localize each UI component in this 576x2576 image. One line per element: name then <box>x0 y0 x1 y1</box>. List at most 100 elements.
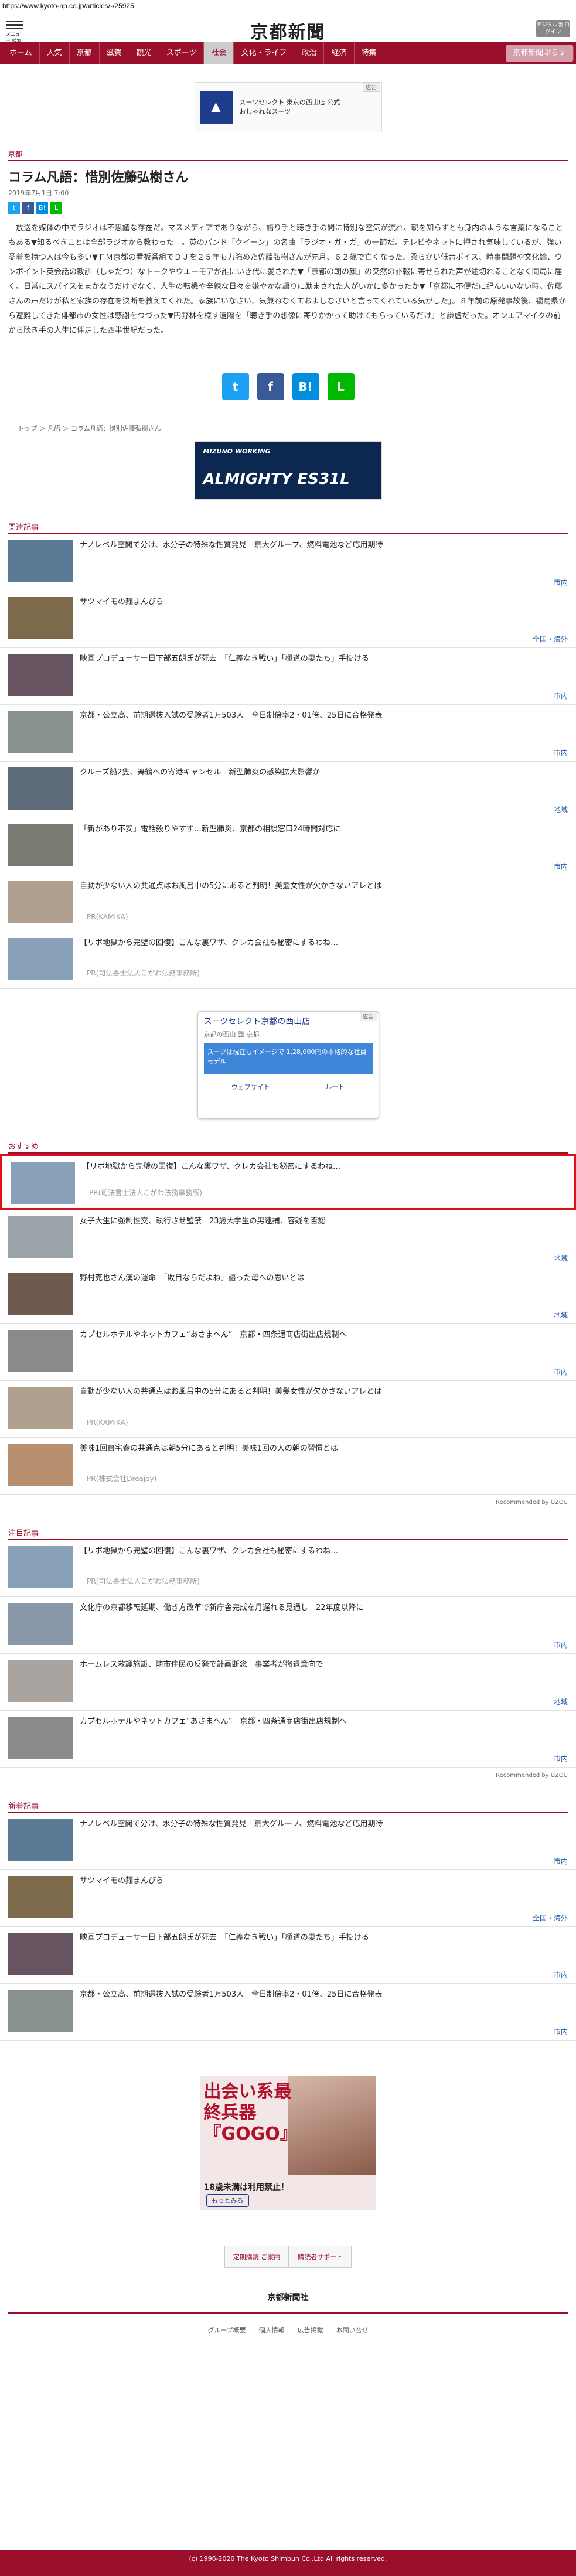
ad-tag: 広告 <box>359 1011 377 1021</box>
list-item[interactable]: 「新があり不安」電話殺りやすず…新型肺炎、京都の相談窓口24時間対応に 市内 <box>0 818 576 875</box>
twitter-icon[interactable]: t <box>8 202 20 214</box>
footer-link-contact[interactable]: お問い合せ <box>336 2325 369 2335</box>
item-title: 【リボ地獄から完璧の回復】こんな裏ワザ、クレカ会社も秘密にするわね… <box>80 1547 339 1555</box>
bottom-ad[interactable]: 出会い系最終兵器『GOGO』 18歳未満は利用禁止！ もっとみる <box>200 2076 376 2210</box>
hatena-share-icon[interactable]: B! <box>292 373 319 400</box>
item-tag[interactable]: 市内 <box>554 748 568 758</box>
list-item[interactable]: 映画プロデューサー日下部五朗氏が死去 「仁義なき戦い」「極道の妻たち」手掛ける市… <box>0 648 576 705</box>
thumbnail-image <box>8 1933 73 1975</box>
item-tag[interactable]: 市内 <box>554 1856 568 1866</box>
item-tag[interactable]: 地域 <box>554 1310 568 1320</box>
item-title: 京都・公立高、前期選抜入試の受験者1万503人 全日制倍率2・01倍、25日に合… <box>80 1990 383 1999</box>
list-item[interactable]: 映画プロデューサー日下部五朗氏が死去 「仁義なき戦い」「極道の妻たち」手掛ける市… <box>0 1927 576 1984</box>
list-item[interactable]: 自動が少ない人の共通点はお風呂中の5分にあると判明！美髪女性が欠かさないアレとは… <box>0 875 576 932</box>
footer-link-group[interactable]: グループ概要 <box>207 2325 246 2335</box>
map-ad[interactable]: 広告 スーツセレクト京都の西山店 京都の西山 整 京都 スーツは現在もイメージで… <box>197 1011 379 1119</box>
site-logo[interactable]: 京都新聞 <box>0 18 576 43</box>
hatena-icon[interactable]: B! <box>36 202 48 214</box>
list-item[interactable]: カプセルホテルやネットカフェ“あさまへん” 京都・四条通商店街出店規制へ 市内 <box>0 1324 576 1381</box>
list-item[interactable]: 野村克也さん漢の運命 「敗目ならだよね」語った母への思いとは 地域 <box>0 1267 576 1324</box>
mizuno-ad[interactable]: MIZUNO WORKING ALMIGHTY ES31L <box>194 441 382 500</box>
line-share-icon[interactable]: L <box>327 373 355 400</box>
list-item[interactable]: 自動が少ない人の共通点はお風呂中の5分にあると判明！美髪女性が欠かさないアレとは… <box>0 1381 576 1438</box>
main-nav: ホーム 人気 京都 滋賀 観光 スポーツ 社会 文化・ライフ 政治 経済 特集 … <box>0 42 576 64</box>
ad-photo <box>288 2076 376 2175</box>
nav-culture[interactable]: 文化・ライフ <box>234 42 295 64</box>
item-tag[interactable]: 市内 <box>554 691 568 701</box>
thumbnail-image <box>8 1216 73 1258</box>
shinchaku-heading: 新着記事 <box>8 1800 568 1813</box>
nav-tourism[interactable]: 観光 <box>129 42 159 64</box>
url-bar[interactable]: https://www.kyoto-np.co.jp/articles/-/25… <box>0 0 576 13</box>
item-tag[interactable]: 地域 <box>554 1697 568 1707</box>
ad-model: ALMIGHTY ES31L <box>203 470 350 488</box>
digital-login-button[interactable]: デジタル版 ログイン <box>536 20 570 37</box>
section-label[interactable]: 京都 <box>8 148 568 161</box>
nav-kyoto[interactable]: 京都 <box>70 42 100 64</box>
route-button[interactable]: ルート <box>325 1082 345 1091</box>
list-item[interactable]: 【リボ地獄から完璧の回復】こんな裏ワザ、クレカ会社も秘密にするわね… PR(司法書… <box>0 1154 576 1210</box>
nav-sports[interactable]: スポーツ <box>159 42 205 64</box>
nav-shiga[interactable]: 滋賀 <box>100 42 129 64</box>
article-title: コラム凡語：惜別佐藤弘樹さん <box>8 170 189 185</box>
support-link[interactable]: 購読者サポート <box>289 2246 352 2268</box>
footer-link-ads[interactable]: 広告掲載 <box>298 2325 323 2335</box>
line-icon[interactable]: L <box>50 202 62 214</box>
item-title: サツマイモの麺まんびら <box>80 598 164 606</box>
subscribe-link[interactable]: 定期購読 ご案内 <box>224 2246 289 2268</box>
footer-logo[interactable]: 京都新聞社 <box>0 2291 576 2303</box>
item-tag[interactable]: 市内 <box>554 861 568 871</box>
twitter-share-icon[interactable]: t <box>221 373 249 400</box>
list-item[interactable]: 【リボ地獄から完璧の回復】こんな裏ワザ、クレカ会社も秘密にするわね… PR(司法書… <box>0 1540 576 1597</box>
nav-economy[interactable]: 経済 <box>324 42 355 64</box>
article-body: 放送を媒体の中でラジオは不思議な存在だ。マスメディアでありながら、語り手と聴き手… <box>8 224 567 335</box>
nav-plus[interactable]: 京都新聞ぷらす <box>506 45 574 62</box>
list-item[interactable]: 京都・公立高、前期選抜入試の受験者1万503人 全日制倍率2・01倍、25日に合… <box>0 705 576 762</box>
item-tag[interactable]: 地域 <box>554 804 568 814</box>
item-tag[interactable]: 市内 <box>554 2026 568 2036</box>
footer-divider <box>8 2312 568 2314</box>
item-tag[interactable]: 市内 <box>554 1640 568 1650</box>
item-title: 女子大生に強制性交、執行させ監禁 23歳大学生の男逮捕、容疑を否認 <box>80 1217 326 1226</box>
top-ad[interactable]: 広告 ▲ スーツセレクト 東京の西山店 公式 おしゃれなスーツ <box>194 82 382 132</box>
item-tag[interactable]: 地域 <box>554 1253 568 1263</box>
list-item[interactable]: ナノレベル空間で分け、水分子の特殊な性質発見 京大グループ、燃料電池など応用期待… <box>0 534 576 591</box>
chui-list: 【リボ地獄から完璧の回復】こんな裏ワザ、クレカ会社も秘密にするわね… PR(司法書… <box>0 1540 576 1768</box>
article: コラム凡語：惜別佐藤弘樹さん 2019年7月1日 7:00 t f B! L 放… <box>0 167 576 338</box>
list-item[interactable]: 女子大生に強制性交、執行させ監禁 23歳大学生の男逮捕、容疑を否認地域 <box>0 1210 576 1267</box>
website-button[interactable]: ウェブサイト <box>231 1082 270 1091</box>
nav-special[interactable]: 特集 <box>355 42 384 64</box>
list-item[interactable]: クルーズ船2隻、舞鶴への寄港キャンセル 新型肺炎の感染拡大影響か地域 <box>0 762 576 818</box>
list-item[interactable]: ホームレス救護施設、隣市住民の反発で計画断念 事業者が撤退意向で 地域 <box>0 1654 576 1711</box>
facebook-share-icon[interactable]: f <box>257 373 284 400</box>
nav-politics[interactable]: 政治 <box>294 42 325 64</box>
item-tag[interactable]: 市内 <box>554 1970 568 1980</box>
facebook-icon[interactable]: f <box>22 202 34 214</box>
thumbnail-image <box>8 1990 73 2032</box>
list-item[interactable]: 【リボ地獄から完璧の回復】こんな裏ワザ、クレカ会社も秘密にするわね… PR(司法書… <box>0 932 576 989</box>
ad-more-button[interactable]: もっとみる <box>206 2194 249 2207</box>
list-item[interactable]: 美味1回自宅春の共通点は朝5分にあると判明！美味1回の人の朝の習慣とは PR(株式… <box>0 1438 576 1495</box>
item-title: 映画プロデューサー日下部五朗氏が死去 「仁義なき戦い」「極道の妻たち」手掛ける <box>80 1933 369 1942</box>
nav-popular[interactable]: 人気 <box>40 42 70 64</box>
item-tag[interactable]: 市内 <box>554 1367 568 1377</box>
thumbnail-image <box>8 1660 73 1702</box>
list-item[interactable]: ナノレベル空間で分け、水分子の特殊な性質発見 京大グループ、燃料電池など応用期待… <box>0 1813 576 1870</box>
nav-home[interactable]: ホーム <box>2 42 40 64</box>
related-list: ナノレベル空間で分け、水分子の特殊な性質発見 京大グループ、燃料電池など応用期待… <box>0 534 576 989</box>
thumbnail-image <box>8 824 73 866</box>
item-tag[interactable]: 市内 <box>554 1753 568 1763</box>
list-item[interactable]: 京都・公立高、前期選抜入試の受験者1万503人 全日制倍率2・01倍、25日に合… <box>0 1984 576 2041</box>
item-tag[interactable]: 全国・海外 <box>533 1913 568 1923</box>
list-item[interactable]: サツマイモの麺まんびら全国・海外 <box>0 591 576 648</box>
breadcrumb[interactable]: トップ ＞ 凡語 ＞ コラム凡語：惜別佐藤弘樹さん <box>0 424 576 433</box>
nav-society[interactable]: 社会 <box>204 42 234 64</box>
list-item[interactable]: 文化庁の京都移転延期、働き方改革で新庁舎完成を月遅れる見通し 22年度以降に 市内 <box>0 1597 576 1654</box>
item-title: クルーズ船2隻、舞鶴への寄港キャンセル 新型肺炎の感染拡大影響か <box>80 768 321 777</box>
item-title: 自動が少ない人の共通点はお風呂中の5分にあると判明！美髪女性が欠かさないアレとは <box>80 882 382 890</box>
item-tag[interactable]: 市内 <box>554 577 568 587</box>
footer-link-privacy[interactable]: 個人情報 <box>259 2325 285 2335</box>
list-item[interactable]: カプセルホテルやネットカフェ“あさまへん” 京都・四条通商店街出店規制へ 市内 <box>0 1711 576 1768</box>
item-tag[interactable]: 全国・海外 <box>533 634 568 644</box>
list-item[interactable]: サツマイモの麺まんびら 全国・海外 <box>0 1870 576 1927</box>
